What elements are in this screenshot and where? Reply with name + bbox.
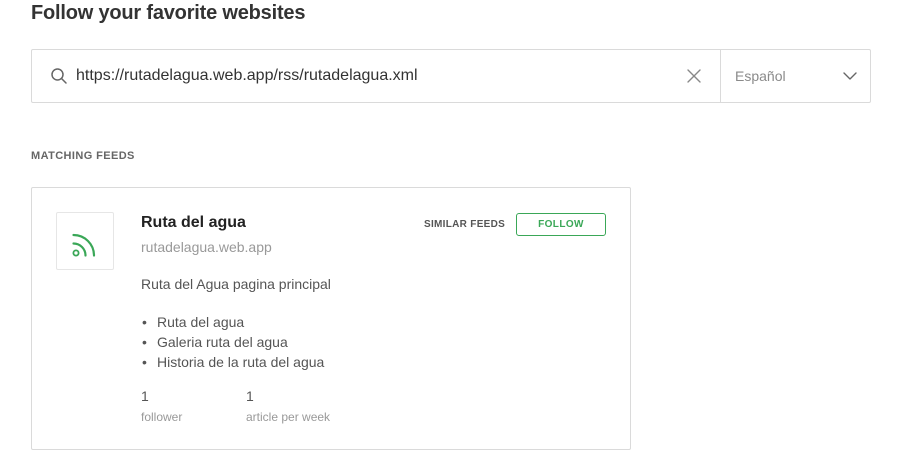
feed-card: Ruta del agua rutadelagua.web.app SIMILA… xyxy=(31,187,631,450)
article-title: Galeria ruta del agua xyxy=(157,334,288,350)
rss-icon xyxy=(72,233,96,257)
followers-count: 1 xyxy=(141,388,149,404)
similar-feeds-link[interactable]: SIMILAR FEEDS xyxy=(424,219,505,230)
frequency-count: 1 xyxy=(246,388,254,404)
frequency-stat: 1 article per week xyxy=(246,388,330,424)
page: Follow your favorite websites Español MA… xyxy=(0,0,911,472)
search-field-container xyxy=(32,50,721,102)
feed-domain: rutadelagua.web.app xyxy=(141,239,272,255)
list-item[interactable]: • Historia de la ruta del agua xyxy=(141,352,324,372)
search-bar: Español xyxy=(31,49,871,103)
bullet: • xyxy=(142,354,147,370)
search-icon xyxy=(51,68,67,84)
section-heading: MATCHING FEEDS xyxy=(31,150,135,162)
chevron-down-icon xyxy=(843,72,857,80)
followers-label: follower xyxy=(141,410,183,424)
article-list: • Ruta del agua • Galeria ruta del agua • H… xyxy=(141,312,324,372)
article-title: Ruta del agua xyxy=(157,314,245,330)
article-title: Historia de la ruta del agua xyxy=(157,354,325,370)
feed-description: Ruta del Agua pagina principal xyxy=(141,276,331,292)
list-item[interactable]: • Ruta del agua xyxy=(141,312,324,332)
feed-title[interactable]: Ruta del agua xyxy=(141,214,246,232)
bullet: • xyxy=(142,334,147,350)
frequency-label: article per week xyxy=(246,410,331,424)
language-select-value: Español xyxy=(735,68,786,84)
bullet: • xyxy=(142,314,147,330)
language-select[interactable]: Español xyxy=(721,50,870,102)
followers-stat: 1 follower xyxy=(141,388,182,424)
page-title: Follow your favorite websites xyxy=(31,2,306,24)
feed-logo xyxy=(56,212,114,270)
follow-button[interactable]: FOLLOW xyxy=(516,213,606,236)
list-item[interactable]: • Galeria ruta del agua xyxy=(141,332,324,352)
close-icon[interactable] xyxy=(687,69,701,83)
search-input[interactable] xyxy=(76,64,666,88)
